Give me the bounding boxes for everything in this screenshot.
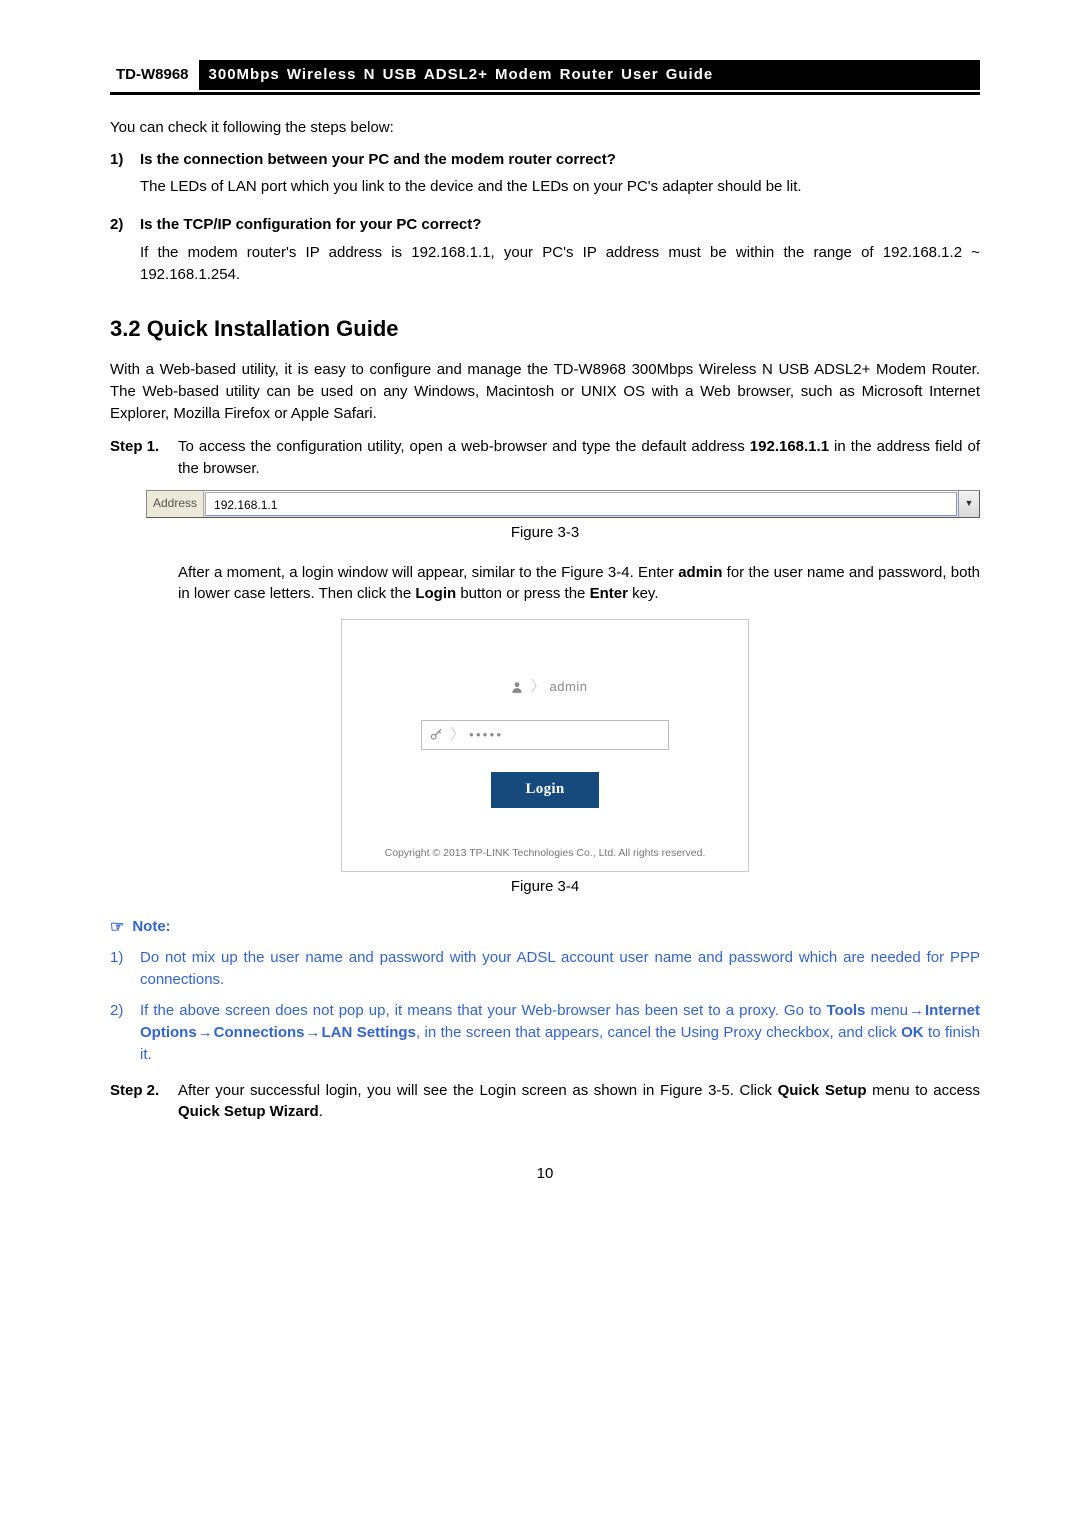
header-model: TD-W8968 bbox=[110, 60, 199, 90]
section-intro: With a Web-based utility, it is easy to … bbox=[110, 359, 980, 424]
username-field[interactable]: 〉 admin bbox=[362, 676, 728, 698]
note-text: Do not mix up the user name and password… bbox=[140, 947, 980, 991]
arrow-icon: → bbox=[197, 1024, 214, 1041]
step1-addr: 192.168.1.1 bbox=[750, 438, 829, 455]
t: If the above screen does not pop up, it … bbox=[140, 1002, 827, 1019]
header-rule bbox=[110, 92, 980, 95]
check-title: Is the TCP/IP configuration for your PC … bbox=[140, 214, 980, 236]
addressbar-input[interactable]: 192.168.1.1 bbox=[205, 492, 957, 516]
t: After your successful login, you will se… bbox=[178, 1082, 778, 1099]
pointing-hand-icon: ☞ bbox=[110, 916, 124, 939]
txt: After a moment, a login window will appe… bbox=[178, 564, 678, 581]
t: . bbox=[319, 1103, 323, 1120]
tb: Tools bbox=[827, 1002, 866, 1019]
txt-bold: Login bbox=[415, 585, 456, 602]
check-title: Is the connection between your PC and th… bbox=[140, 149, 980, 171]
intro-text: You can check it following the steps bel… bbox=[110, 117, 980, 139]
check-text: The LEDs of LAN port which you link to t… bbox=[140, 176, 980, 198]
password-field[interactable]: 〉 ●●●●● bbox=[421, 720, 669, 750]
check-text: If the modem router's IP address is 192.… bbox=[140, 242, 980, 286]
password-value: ●●●●● bbox=[469, 729, 503, 741]
tb: OK bbox=[901, 1024, 924, 1041]
page-number: 10 bbox=[110, 1163, 980, 1185]
after-addr-text: After a moment, a login window will appe… bbox=[178, 562, 980, 606]
user-icon bbox=[503, 680, 531, 694]
section-heading: 3.2 Quick Installation Guide bbox=[110, 313, 980, 345]
key-icon bbox=[422, 728, 450, 742]
check-item-2: 2) Is the TCP/IP configuration for your … bbox=[110, 214, 980, 295]
login-figure: 〉 admin 〉 ●●●●● Login Copyright © 2013 T… bbox=[341, 619, 749, 872]
doc-header: TD-W8968 300Mbps Wireless N USB ADSL2+ M… bbox=[110, 60, 980, 90]
t: menu to access bbox=[867, 1082, 980, 1099]
note-label: Note: bbox=[132, 916, 170, 938]
note-item-2: 2) If the above screen does not pop up, … bbox=[110, 1000, 980, 1065]
step-label: Step 1. bbox=[110, 436, 178, 480]
tb: Quick Setup Wizard bbox=[178, 1103, 319, 1120]
check-item-1: 1) Is the connection between your PC and… bbox=[110, 149, 980, 209]
username-value: admin bbox=[550, 678, 588, 697]
arrow-icon: → bbox=[908, 1002, 925, 1019]
check-list: 1) Is the connection between your PC and… bbox=[110, 149, 980, 296]
step-1: Step 1. To access the configuration util… bbox=[110, 436, 980, 480]
note-num: 1) bbox=[110, 947, 140, 991]
arrow-icon: → bbox=[305, 1024, 322, 1041]
txt: key. bbox=[628, 585, 659, 602]
note-num: 2) bbox=[110, 1000, 140, 1065]
txt-bold: Enter bbox=[590, 585, 628, 602]
t: menu bbox=[865, 1002, 908, 1019]
addressbar-label: Address bbox=[147, 491, 204, 517]
note-text: If the above screen does not pop up, it … bbox=[140, 1000, 980, 1065]
step-label: Step 2. bbox=[110, 1080, 178, 1124]
chevron-down-icon: ▼ bbox=[965, 497, 974, 510]
login-copyright: Copyright © 2013 TP-LINK Technologies Co… bbox=[362, 846, 728, 861]
t: , in the screen that appears, cancel the… bbox=[416, 1024, 901, 1041]
step1-pre: To access the configuration utility, ope… bbox=[178, 438, 750, 455]
step-body: To access the configuration utility, ope… bbox=[178, 436, 980, 480]
address-bar: Address 192.168.1.1 ▼ bbox=[146, 490, 980, 518]
field-separator: 〉 bbox=[450, 724, 465, 746]
note-list: 1) Do not mix up the user name and passw… bbox=[110, 947, 980, 1066]
header-title: 300Mbps Wireless N USB ADSL2+ Modem Rout… bbox=[199, 60, 980, 90]
step-2: Step 2. After your successful login, you… bbox=[110, 1080, 980, 1124]
check-num: 2) bbox=[110, 214, 140, 295]
addressbar-dropdown-button[interactable]: ▼ bbox=[958, 491, 979, 517]
login-button[interactable]: Login bbox=[491, 772, 598, 808]
txt: button or press the bbox=[456, 585, 589, 602]
txt-bold: admin bbox=[678, 564, 722, 581]
tb: Connections bbox=[214, 1024, 305, 1041]
note-heading: ☞ Note: bbox=[110, 916, 980, 939]
check-num: 1) bbox=[110, 149, 140, 209]
figure-3-4-caption: Figure 3-4 bbox=[110, 876, 980, 898]
note-item-1: 1) Do not mix up the user name and passw… bbox=[110, 947, 980, 991]
step-body: After your successful login, you will se… bbox=[178, 1080, 980, 1124]
figure-3-3-caption: Figure 3-3 bbox=[110, 522, 980, 544]
tb: Quick Setup bbox=[778, 1082, 867, 1099]
tb: LAN Settings bbox=[322, 1024, 416, 1041]
field-separator: 〉 bbox=[531, 676, 546, 698]
